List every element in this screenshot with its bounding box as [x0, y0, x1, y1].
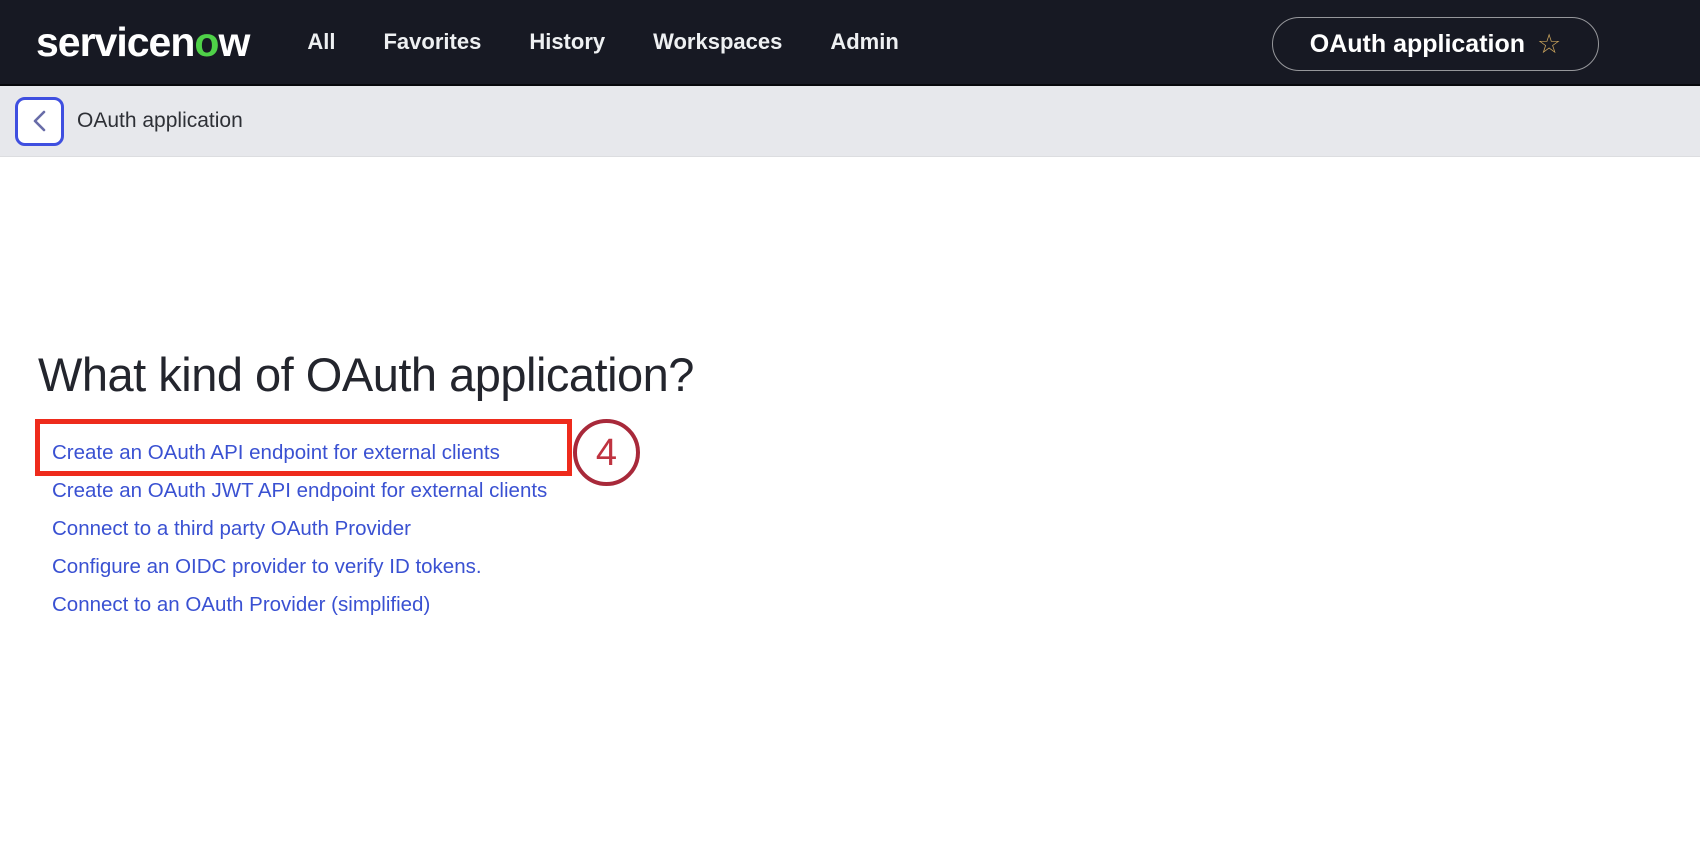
logo-text-suffix: w — [218, 18, 250, 65]
nav-menu-item[interactable]: Workspaces — [653, 29, 782, 55]
breadcrumb-bar: OAuth application — [0, 86, 1700, 157]
nav-menu-item[interactable]: Favorites — [383, 29, 481, 55]
annotation-step-number: 4 — [595, 431, 618, 474]
main-content: What kind of OAuth application? Create a… — [0, 157, 1700, 850]
nav-menu-item[interactable]: Admin — [830, 29, 898, 55]
oauth-option-link[interactable]: Configure an OIDC provider to verify ID … — [52, 548, 547, 586]
main-nav-menu: All Favorites History Workspaces Admin — [307, 29, 898, 55]
nav-menu-item[interactable]: History — [529, 29, 605, 55]
favorite-pill-label: OAuth application — [1309, 29, 1526, 58]
oauth-options-list: Create an OAuth API endpoint for externa… — [52, 434, 547, 624]
annotation-step-badge: 4 — [573, 419, 640, 486]
top-nav-bar: servicenow All Favorites History Workspaces… — [0, 0, 1700, 86]
logo-text-prefix: servicen — [36, 18, 195, 65]
favorite-record-pill-button[interactable]: OAuth application ☆ — [1272, 17, 1599, 71]
oauth-option-link[interactable]: Connect to a third party OAuth Provider — [52, 510, 547, 548]
servicenow-logo[interactable]: servicenow — [36, 18, 250, 66]
chevron-left-icon — [29, 108, 51, 134]
back-button[interactable] — [15, 96, 64, 146]
oauth-option-link[interactable]: Create an OAuth JWT API endpoint for ext… — [52, 472, 547, 510]
oauth-option-link[interactable]: Create an OAuth API endpoint for externa… — [52, 434, 547, 472]
oauth-option-link[interactable]: Connect to an OAuth Provider (simplified… — [52, 586, 547, 624]
star-icon[interactable]: ☆ — [1537, 30, 1561, 58]
nav-menu-item[interactable]: All — [307, 29, 335, 55]
logo-accent-o: o — [194, 18, 219, 65]
breadcrumb-title: OAuth application — [77, 109, 243, 132]
page-title: What kind of OAuth application? — [38, 348, 694, 401]
